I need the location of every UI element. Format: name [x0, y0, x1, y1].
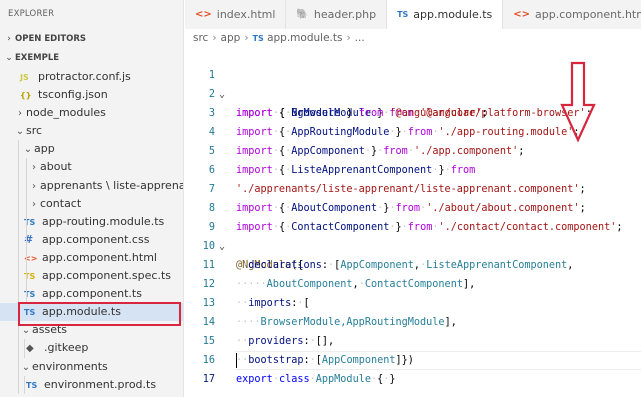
tree-item-label: contact	[40, 196, 82, 210]
tree-item-node-modules[interactable]: › node_modules	[0, 104, 183, 122]
code-line: 9 ⌄ @NgModule({	[185, 199, 641, 271]
tab-label: app.component.html	[535, 8, 641, 21]
typescript-file-icon: TS	[24, 308, 36, 318]
tab-index-html[interactable]: <> index.html	[185, 0, 287, 29]
tree-item-app-routing[interactable]: TS app-routing.module.ts	[0, 212, 183, 231]
breadcrumb-item[interactable]: app.module.ts	[267, 32, 342, 44]
tab-label: app.module.ts	[413, 8, 493, 21]
tree-item-label: app-routing.module.ts	[42, 214, 165, 228]
js-file-icon: JS	[20, 73, 29, 82]
typescript-file-icon: TS	[397, 10, 409, 19]
tree-item-src[interactable]: ⌄ src	[0, 122, 183, 140]
chevron-right-icon: ›	[7, 34, 11, 44]
text-cursor	[236, 353, 237, 368]
code-line: 16 export·class·AppModule·{·}	[185, 332, 641, 385]
code-line: 10 ··declarations:·[AppComponent,·ListeA…	[185, 218, 641, 271]
tree-item-apprenants[interactable]: › apprenants \ liste-apprenant	[0, 176, 184, 195]
chevron-right-icon: ›	[18, 108, 22, 120]
tab-header-php[interactable]: 🐘 header.php	[286, 0, 388, 29]
code-line: 12 ··imports:·[	[185, 256, 641, 309]
code-line: 11 ·····AboutComponent,·ContactComponent…	[185, 237, 641, 290]
code-line: 6 './apprenants/liste-apprenant/liste-ap…	[185, 142, 641, 195]
tree-item-label: protractor.conf.js	[38, 70, 131, 83]
breadcrumb-item[interactable]: ...	[355, 32, 365, 44]
tab-app-module-ts[interactable]: TS app.module.ts	[387, 0, 504, 29]
tree-item-tsconfig[interactable]: {} tsconfig.json	[0, 86, 183, 104]
tree-item-contact[interactable]: › contact	[0, 194, 183, 213]
project-label: EXEMPLE	[15, 53, 60, 63]
arrow-down-annotation-icon	[560, 61, 596, 143]
explorer-title: EXPLORER	[8, 9, 55, 19]
tree-item-protractor[interactable]: JS protractor.conf.js	[0, 68, 183, 86]
tab-label: index.html	[216, 8, 276, 21]
chevron-right-icon: ›	[212, 32, 217, 44]
breadcrumb: src › app › TS app.module.ts ›...	[185, 29, 365, 47]
tree-item-label: tsconfig.json	[38, 88, 108, 102]
tree-item-label: apprenants \ liste-apprenant	[40, 178, 184, 192]
tree-item-app-component-ts[interactable]: TS app.component.ts	[0, 285, 183, 304]
breadcrumb-item[interactable]: src	[193, 32, 208, 44]
chevron-down-icon: ⌄	[21, 325, 31, 337]
tree-item-environments[interactable]: ⌄ environments	[0, 357, 183, 376]
chevron-right-icon: ›	[32, 162, 36, 174]
tab-label: header.php	[313, 8, 377, 21]
tree-item-app-component-css[interactable]: # app.component.css	[0, 230, 183, 249]
chevron-down-icon: ⌄	[5, 53, 13, 63]
tree-item-label: environments	[32, 359, 108, 373]
breadcrumb-item[interactable]: app	[221, 32, 241, 44]
code-line-current: 17	[185, 351, 641, 385]
code-line: 7 import·{·AboutComponent·}·from·'./abou…	[185, 161, 641, 214]
chevron-right-icon: ›	[32, 180, 36, 192]
tree-item-label: app	[34, 142, 55, 156]
tree-item-label: about	[40, 160, 72, 174]
tree-item-app-component-html[interactable]: <> app.component.html	[0, 248, 183, 268]
tree-item-assets[interactable]: ⌄ assets	[0, 321, 183, 340]
tree-item-environment-prod[interactable]: TS environment.prod.ts	[0, 375, 183, 394]
code-line: 15 ··bootstrap:·[AppComponent]})	[185, 313, 641, 366]
chevron-right-icon: ›	[32, 198, 36, 210]
tree-item-label: environment.prod.ts	[44, 377, 157, 391]
explorer-sidebar: EXPLORER › OPEN EDITORS ⌄ EXEMPLE JS protra…	[0, 0, 184, 397]
chevron-down-icon: ⌄	[23, 144, 33, 156]
tree-item-label: app.component.html	[42, 250, 157, 264]
tree-item-label: assets	[32, 323, 68, 337]
tree-item-app[interactable]: ⌄ app	[0, 140, 183, 159]
typescript-file-icon: TS	[252, 34, 264, 43]
tree-item-label: app.component.css	[42, 232, 150, 246]
html-file-icon: <>	[195, 9, 212, 20]
tree-item-label: src	[26, 124, 43, 138]
git-file-icon: ◆	[26, 343, 34, 355]
chevron-down-icon: ⌄	[15, 126, 25, 138]
chevron-right-icon: ›	[346, 32, 351, 44]
tree-item-label: app.module.ts	[42, 305, 121, 319]
tree-item-label: app.component.spec.ts	[42, 269, 171, 283]
code-line: 8 import·{·ContactComponent·}·from·'./co…	[185, 180, 641, 233]
chevron-down-icon: ⌄	[21, 361, 31, 373]
code-line: 13 ····BrowserModule,AppRoutingModule],	[185, 275, 641, 328]
tree-item-label: node_modules	[26, 106, 106, 120]
tree-item-label: .gitkeep	[44, 341, 89, 355]
editor-tabs: <> index.html 🐘 header.php TS app.module…	[185, 0, 641, 29]
tree-item-app-component-spec[interactable]: TS app.component.spec.ts	[0, 267, 183, 286]
tree-item-about[interactable]: › about	[0, 158, 183, 177]
tree-item-gitkeep[interactable]: ◆ .gitkeep	[0, 339, 183, 358]
editor-area: <> index.html 🐘 header.php TS app.module…	[185, 0, 641, 397]
project-section[interactable]: ⌄ EXEMPLE	[0, 49, 183, 68]
typescript-file-icon: TS	[26, 380, 38, 390]
open-editors-section[interactable]: › OPEN EDITORS	[0, 29, 183, 49]
tree-item-app-module-ts[interactable]: TS app.module.ts	[0, 303, 183, 322]
html-file-icon: <>	[513, 9, 531, 20]
php-file-icon: 🐘	[296, 9, 309, 20]
code-line: 14 ··providers:·[],	[185, 294, 641, 347]
tree-item-label: app.component.ts	[42, 287, 142, 301]
chevron-right-icon: ›	[244, 32, 249, 44]
open-editors-label: OPEN EDITORS	[15, 34, 87, 44]
line-number: 17	[202, 374, 215, 385]
tab-app-component-html[interactable]: <> app.component.html	[503, 0, 641, 29]
json-file-icon: {}	[20, 91, 32, 101]
